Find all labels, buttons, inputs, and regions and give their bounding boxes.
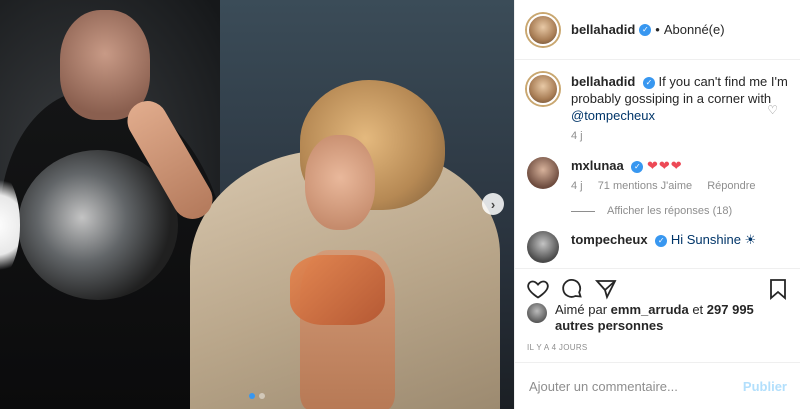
caption-avatar[interactable] [527,73,559,105]
comment-button[interactable] [559,276,585,302]
comments-list[interactable]: bellahadid ✓ If you can't find me I'm pr… [515,61,800,267]
liker-avatar[interactable] [527,303,547,323]
carousel-dot [259,393,265,399]
comment-body: tompecheux ✓ Hi Sunshine ☀ [571,231,756,263]
bookmark-icon [770,278,786,300]
caption-time: 4 j [571,130,583,142]
verified-badge-icon: ✓ [639,23,652,36]
comment-icon [562,278,582,298]
comment-avatar[interactable] [527,231,559,263]
liked-by-joiner: et [692,302,704,317]
verified-badge-icon: ✓ [642,76,655,89]
post-header: bellahadid ✓ • Abonné(e) [515,0,800,60]
comment-meta: 4 j 71 mentions J'aime Répondre [571,178,768,195]
caption-username[interactable]: bellahadid [571,74,635,89]
comment-item: tompecheux ✓ Hi Sunshine ☀ [527,231,789,263]
caption-meta: 4 j [571,128,789,145]
reply-button[interactable]: Répondre [707,180,755,192]
share-icon [594,279,617,299]
comment-like-heart-icon[interactable]: ♡ [767,103,778,117]
caption: bellahadid ✓ If you can't find me I'm pr… [527,73,789,145]
author-avatar[interactable] [527,13,559,46]
author-username[interactable]: bellahadid [571,22,635,37]
show-replies-label: Afficher les réponses (18) [607,205,733,217]
carousel-dot-active [249,393,255,399]
verified-badge-icon: ✓ [631,160,644,173]
header-separator: • [655,22,660,37]
save-button[interactable] [765,276,791,302]
replies-divider-line [571,210,595,212]
liked-by-user[interactable]: emm_arruda [611,302,689,317]
publish-button[interactable]: Publier [743,379,787,394]
comment-username[interactable]: mxlunaa [571,158,624,173]
liked-by-text: Aimé par emm_arruda et 297 995 autres pe… [555,302,795,334]
post-photo[interactable]: › [0,0,514,409]
caption-body: bellahadid ✓ If you can't find me I'm pr… [571,73,789,145]
photo-woman-face [305,135,375,230]
liked-by-prefix: Aimé par [555,302,608,317]
verified-badge-icon: ✓ [655,234,668,247]
chevron-right-icon: › [490,196,496,212]
comment-body: mxlunaa ✓ ❤❤❤ 4 j 71 mentions J'aime Rép… [571,157,768,195]
comment-time: 4 j [571,180,583,192]
post-timestamp[interactable]: IL Y A 4 JOURS [527,343,588,352]
comment-item: mxlunaa ✓ ❤❤❤ 4 j 71 mentions J'aime Rép… [527,157,789,195]
add-comment-form: Publier [515,362,800,409]
liked-by: Aimé par emm_arruda et 297 995 autres pe… [527,302,795,334]
comment-text: ❤❤❤ [647,158,683,173]
comment-likes-count[interactable]: 71 mentions J'aime [598,180,692,192]
post-side-panel: bellahadid ✓ • Abonné(e) bellahadid ✓ If… [514,0,800,409]
show-replies-button[interactable]: Afficher les réponses (18) [571,205,789,217]
share-button[interactable] [593,276,619,302]
heart-icon [527,280,549,299]
photo-woman-top [290,255,385,325]
next-photo-button[interactable]: › [482,193,504,215]
follow-status-button[interactable]: Abonné(e) [664,22,725,37]
comment-text: Hi Sunshine ☀ [670,232,757,247]
like-button[interactable] [525,276,551,302]
comment-input[interactable] [529,378,743,394]
comment-username[interactable]: tompecheux [571,232,648,247]
caption-mention-link[interactable]: @tompecheux [571,108,655,123]
comment-avatar[interactable] [527,157,559,189]
carousel-indicator [249,393,265,399]
